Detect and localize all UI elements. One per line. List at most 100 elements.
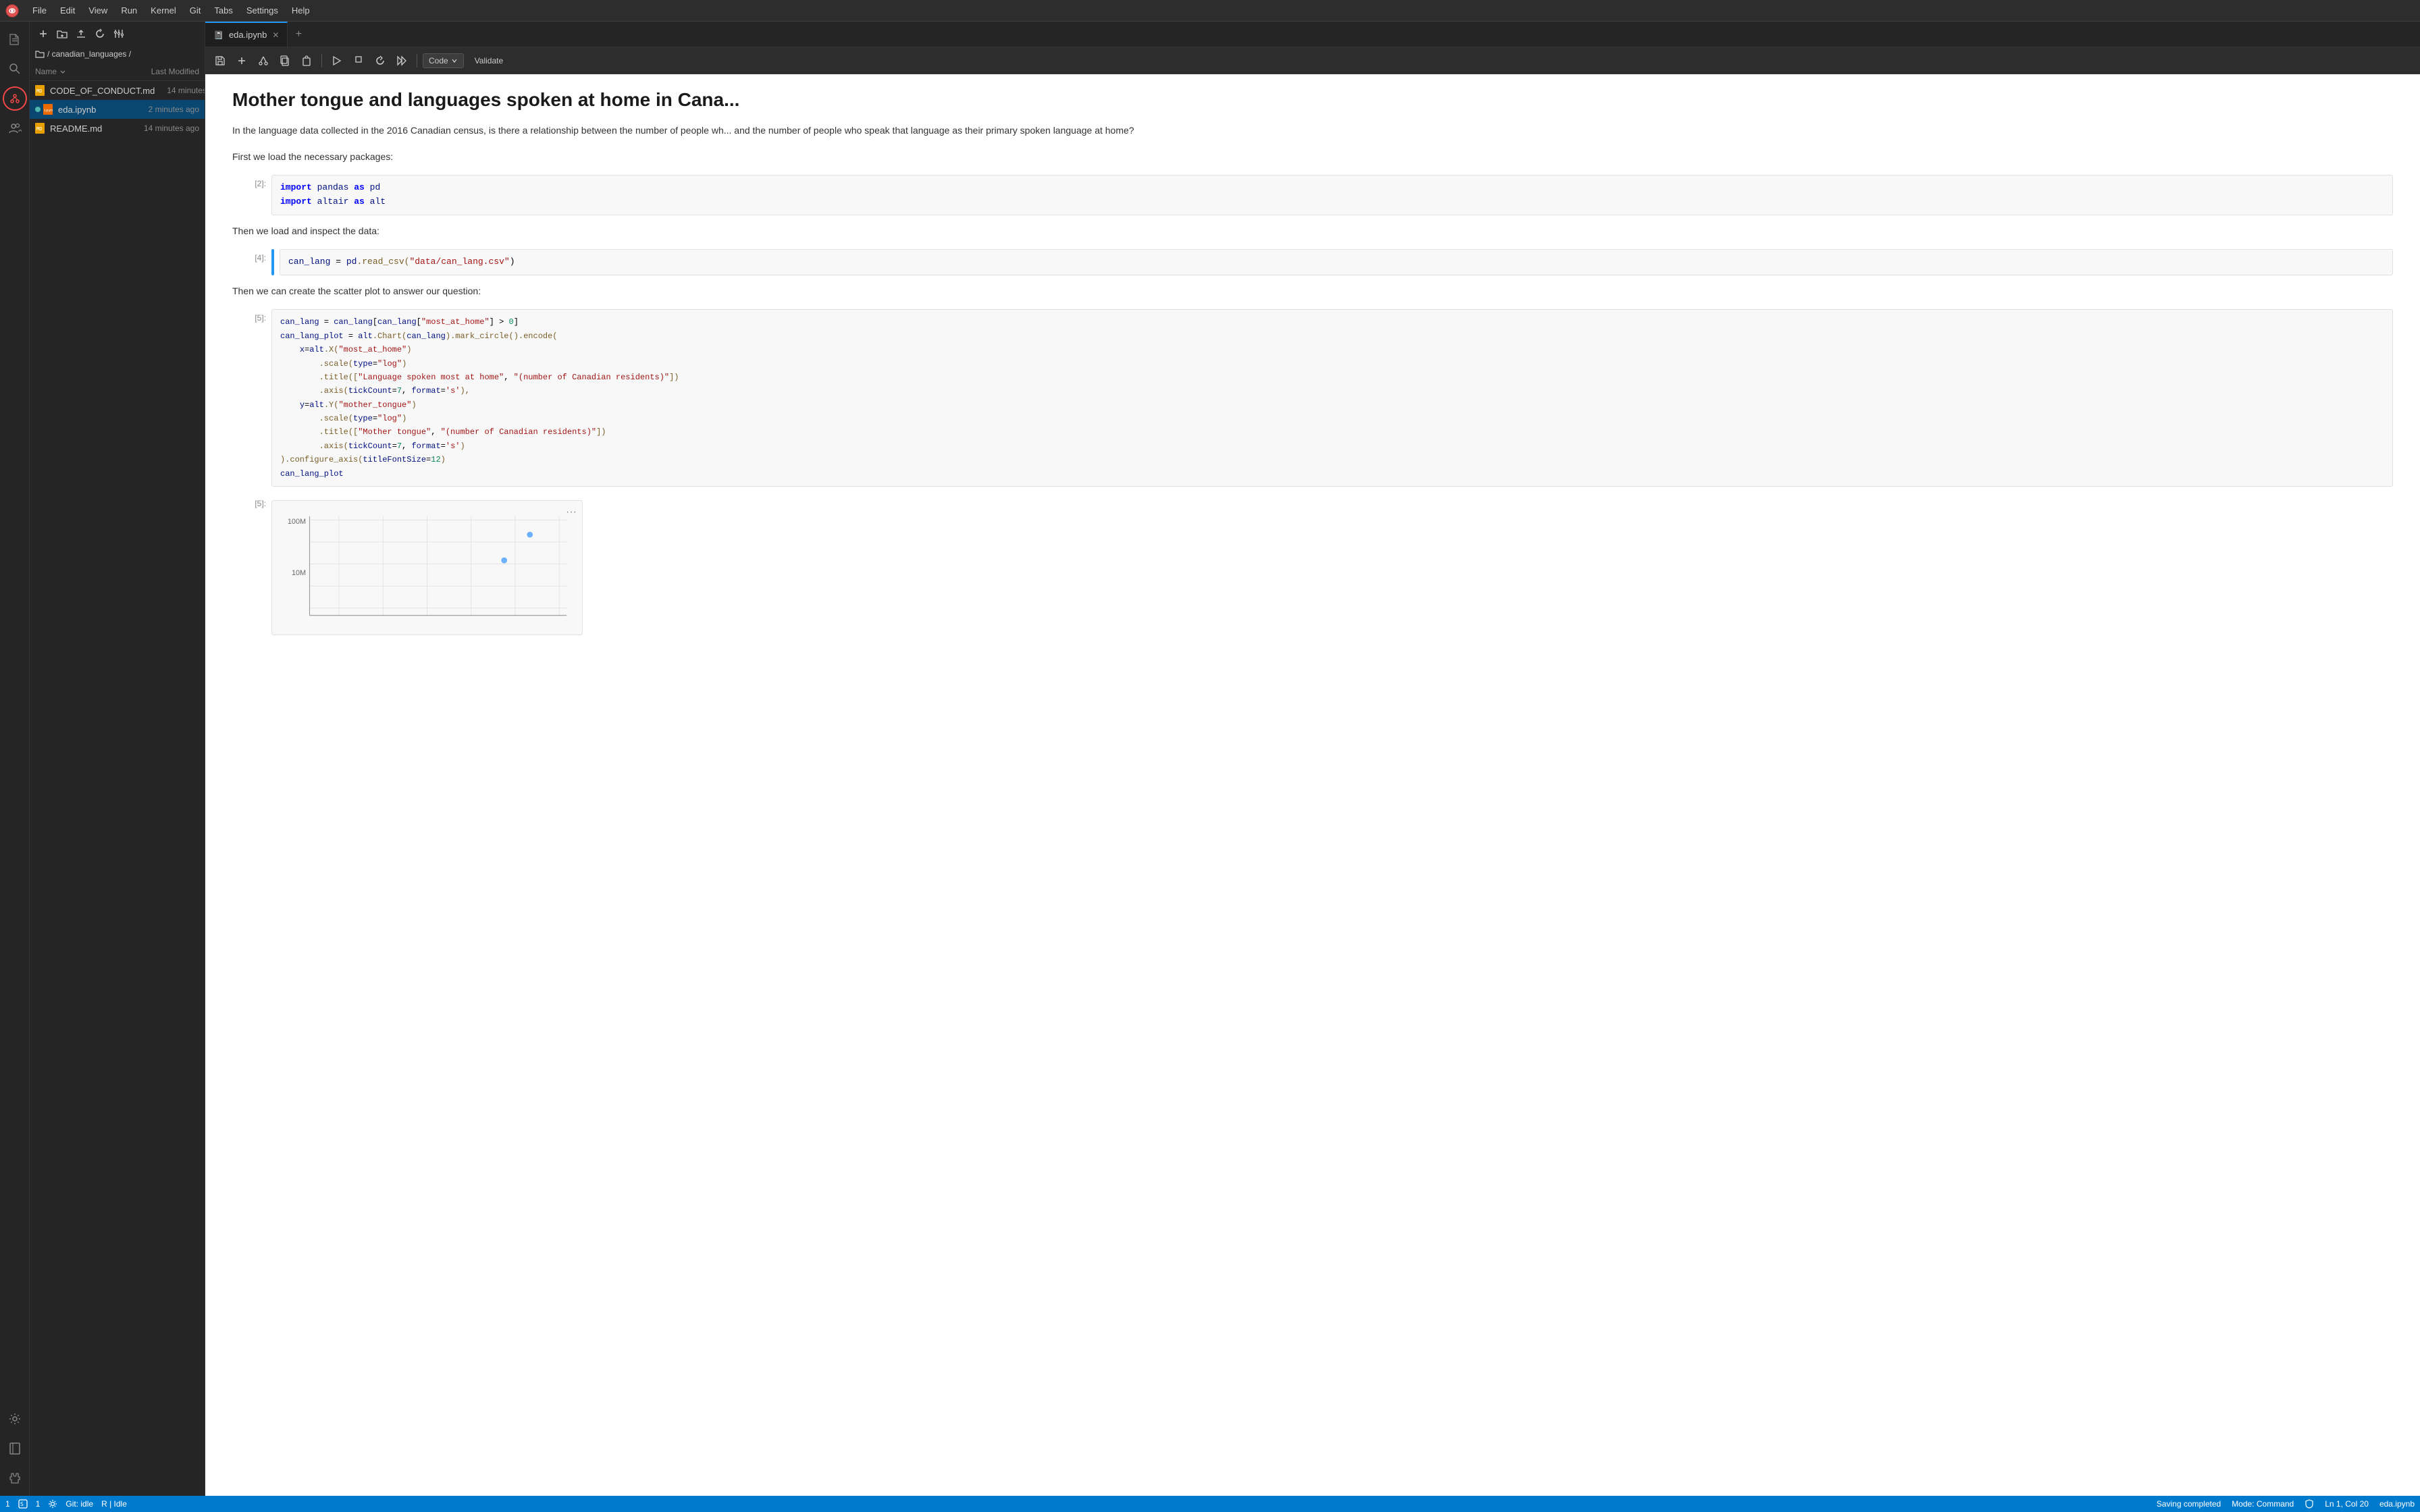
new-tab-button[interactable]: + <box>288 22 309 47</box>
stop-button[interactable] <box>349 51 368 70</box>
section2-text: Then we load and inspect the data: <box>232 223 2393 238</box>
file-active-dot <box>35 107 41 112</box>
status-git[interactable]: Git: idle <box>65 1499 93 1509</box>
refresh-button[interactable] <box>92 26 108 42</box>
copy-button[interactable] <box>275 51 294 70</box>
file-modified-readme: 14 minutes ago <box>132 124 199 133</box>
notebook-title-cell: Mother tongue and languages spoken at ho… <box>232 88 2393 112</box>
menu-tabs[interactable]: Tabs <box>209 4 238 17</box>
breadcrumb-text: / canadian_languages / <box>47 49 131 59</box>
chart-output-wrapper: [5]: ··· 100M 10M <box>232 495 2393 635</box>
menu-bar: File Edit View Run Kernel Git Tabs Setti… <box>0 0 2420 22</box>
status-right: Saving completed Mode: Command Ln 1, Col… <box>2157 1499 2415 1509</box>
restart-button[interactable] <box>371 51 390 70</box>
file-name-eda: eda.ipynb <box>58 105 132 115</box>
chart-output: ··· 100M 10M <box>271 500 583 635</box>
menu-run[interactable]: Run <box>115 4 142 17</box>
new-folder-button[interactable] <box>54 26 70 42</box>
menu-edit[interactable]: Edit <box>55 4 80 17</box>
cell-4-code[interactable]: can_lang = pd.read_csv("data/can_lang.cs… <box>280 249 2393 275</box>
notebook-area: 📓 eda.ipynb ✕ + <box>205 22 2420 1496</box>
users-icon[interactable] <box>3 116 27 140</box>
puzzle-icon[interactable] <box>3 1466 27 1490</box>
section1-text: First we load the necessary packages: <box>232 149 2393 164</box>
status-shield-icon <box>2305 1499 2314 1509</box>
tab-bar: 📓 eda.ipynb ✕ + <box>205 22 2420 47</box>
menu-help[interactable]: Help <box>286 4 315 17</box>
file-name-code-of-conduct: CODE_OF_CONDUCT.md <box>50 86 155 96</box>
svg-text:S: S <box>20 1501 24 1507</box>
cell-2-count: [2]: <box>232 175 266 215</box>
file-name-readme: README.md <box>50 124 132 134</box>
md-file-icon: MD <box>35 85 46 96</box>
cell-5-wrapper: [5]: can_lang = can_lang[can_lang["most_… <box>232 309 2393 487</box>
status-saving: Saving completed <box>2157 1499 2221 1509</box>
add-cell-button[interactable] <box>232 51 251 70</box>
readme-file-icon: MD <box>35 123 46 134</box>
file-item-readme[interactable]: MD README.md 14 minutes ago <box>30 119 205 138</box>
run-all-button[interactable] <box>392 51 411 70</box>
svg-text:MD: MD <box>36 126 42 132</box>
tab-close-button[interactable]: ✕ <box>272 30 279 40</box>
file-item-code-of-conduct[interactable]: MD CODE_OF_CONDUCT.md 14 minutes ago <box>30 81 205 100</box>
cell-5-code[interactable]: can_lang = can_lang[can_lang["most_at_ho… <box>271 309 2393 487</box>
status-gear-icon <box>48 1499 57 1509</box>
main-layout: / canadian_languages / Name Last Modifie… <box>0 22 2420 1496</box>
validate-button[interactable]: Validate <box>467 54 511 68</box>
tab-file-icon: 📓 <box>213 30 223 40</box>
cell-2-wrapper: [2]: import pandas as pd import altair a… <box>232 175 2393 215</box>
toolbar-sep-1 <box>321 54 322 68</box>
search-icon[interactable] <box>3 57 27 81</box>
kernel-label: Code <box>429 56 448 65</box>
notebook-toolbar: Code Validate <box>205 47 2420 74</box>
column-modified-header[interactable]: Last Modified <box>132 67 199 76</box>
status-bar: 1 S 1 Git: idle R | Idle Saving complete… <box>0 1496 2420 1512</box>
chart-more-button[interactable]: ··· <box>566 506 577 518</box>
svg-text:ipynb: ipynb <box>44 109 53 113</box>
cell-4-count: [4]: <box>232 249 266 275</box>
svg-text:MD: MD <box>36 88 42 94</box>
cut-button[interactable] <box>254 51 273 70</box>
status-line-col: 1 <box>5 1499 10 1509</box>
menu-kernel[interactable]: Kernel <box>145 4 182 17</box>
cell-4-indicator <box>271 249 274 275</box>
status-mode: Mode: Command <box>2232 1499 2294 1509</box>
notebook-title: Mother tongue and languages spoken at ho… <box>232 88 2393 112</box>
file-modified-code-of-conduct: 14 minutes ago <box>155 86 205 95</box>
menu-file[interactable]: File <box>27 4 52 17</box>
svg-text:10M: 10M <box>292 569 306 577</box>
cell-5-count: [5]: <box>232 309 266 487</box>
menu-view[interactable]: View <box>83 4 113 17</box>
new-file-button[interactable] <box>35 26 51 42</box>
file-item-eda[interactable]: ipynb eda.ipynb 2 minutes ago <box>30 100 205 119</box>
git-icon[interactable] <box>3 86 27 111</box>
kernel-select[interactable]: Code <box>423 53 464 68</box>
cell-4-wrapper: [4]: can_lang = pd.read_csv("data/can_la… <box>232 249 2393 275</box>
run-button[interactable] <box>327 51 346 70</box>
upload-button[interactable] <box>73 26 89 42</box>
save-button[interactable] <box>211 51 230 70</box>
menu-settings[interactable]: Settings <box>241 4 284 17</box>
chart-count: [5]: <box>232 495 266 635</box>
scatter-chart: 100M 10M <box>280 509 574 626</box>
tab-label: eda.ipynb <box>229 30 267 40</box>
column-name-header[interactable]: Name <box>35 67 132 76</box>
settings-icon[interactable] <box>3 1407 27 1431</box>
section3-text: Then we can create the scatter plot to a… <box>232 284 2393 298</box>
files-icon[interactable] <box>3 27 27 51</box>
status-col-num: 1 <box>36 1499 41 1509</box>
sidebar-toolbar <box>30 22 205 46</box>
menu-git[interactable]: Git <box>184 4 207 17</box>
activity-bar <box>0 22 30 1496</box>
tab-eda[interactable]: 📓 eda.ipynb ✕ <box>205 22 288 47</box>
paste-button[interactable] <box>297 51 316 70</box>
file-modified-eda: 2 minutes ago <box>132 105 199 114</box>
status-kernel[interactable]: R | Idle <box>101 1499 127 1509</box>
git-status-button[interactable] <box>111 26 127 42</box>
breadcrumb: / canadian_languages / <box>30 46 205 62</box>
file-list-header: Name Last Modified <box>30 62 205 81</box>
book-icon[interactable] <box>3 1436 27 1461</box>
status-position: Ln 1, Col 20 <box>2325 1499 2369 1509</box>
app-logo <box>5 4 19 18</box>
cell-2-code[interactable]: import pandas as pd import altair as alt <box>271 175 2393 215</box>
